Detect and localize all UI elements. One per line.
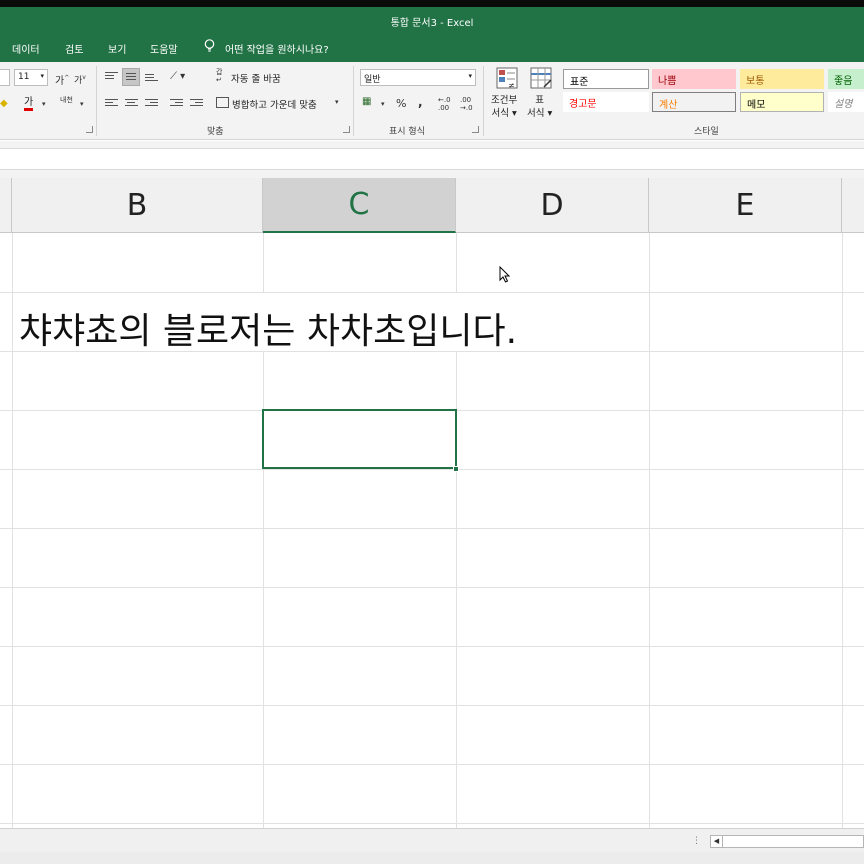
horizontal-scrollbar[interactable]: ◀	[710, 835, 864, 848]
fill-handle[interactable]	[453, 466, 459, 472]
font-size-value: 11	[18, 72, 30, 82]
group-separator	[353, 66, 354, 136]
alignment-dialog-launcher[interactable]	[343, 126, 350, 133]
sheet-tab-bar: ⋮ ◀	[0, 828, 864, 852]
chevron-down-icon: ▾	[468, 72, 472, 80]
selected-cell[interactable]	[262, 409, 457, 469]
shrink-font-button[interactable]: 가v	[74, 73, 86, 86]
column-header-b[interactable]: B	[12, 178, 263, 233]
split-handle[interactable]: ⋮	[692, 836, 702, 846]
grid-line	[0, 469, 864, 470]
tab-view[interactable]: 보기	[108, 41, 126, 56]
window-title: 통합 문서3 - Excel	[390, 18, 474, 29]
alignment-group-label: 맞춤	[207, 127, 224, 137]
header-gap	[0, 170, 864, 178]
align-center-icon[interactable]	[125, 97, 138, 109]
svg-text:≠: ≠	[508, 81, 515, 90]
group-separator	[96, 66, 97, 136]
font-name-box[interactable]	[0, 69, 10, 86]
tab-help[interactable]: 도움말	[150, 41, 178, 56]
formula-bar[interactable]	[0, 148, 864, 170]
number-dialog-launcher[interactable]	[472, 126, 479, 133]
title-bar: 통합 문서3 - Excel	[0, 7, 864, 35]
grid-line	[0, 646, 864, 647]
worksheet-grid[interactable]: 챠챠쵸의 블로저는 차차초입니다.	[0, 233, 864, 828]
column-header-c[interactable]: C	[263, 178, 456, 233]
styles-group-label: 스타일	[694, 127, 719, 137]
grid-line	[842, 233, 843, 828]
column-header-a-partial[interactable]	[0, 178, 12, 233]
ribbon: 11 ▾ 가^ 가v ◆ 가 ▾ 내천 ▾ ⟋ ▾ 갑 ↵ 자동 줄 바꿈 병합하…	[0, 62, 864, 140]
grid-line	[0, 528, 864, 529]
column-headers: B C D E	[0, 178, 864, 233]
conditional-format-button[interactable]: 조건부 서식 ▾	[491, 94, 517, 120]
wrap-text-button[interactable]: 자동 줄 바꿈	[231, 71, 281, 85]
font-dialog-launcher[interactable]	[86, 126, 93, 133]
tab-review[interactable]: 검토	[65, 41, 83, 56]
scroll-left-icon[interactable]: ◀	[711, 836, 723, 847]
chevron-down-icon[interactable]: ▾	[42, 100, 46, 108]
grid-line	[0, 587, 864, 588]
style-normal[interactable]: 표준	[563, 69, 649, 89]
tab-data[interactable]: 데이터	[12, 41, 40, 56]
currency-icon[interactable]: ▦	[362, 96, 371, 107]
column-header-d[interactable]: D	[456, 178, 649, 233]
grid-line	[649, 233, 650, 828]
align-top-icon[interactable]	[105, 70, 118, 82]
wrap-text-icon: 갑 ↵	[216, 68, 223, 84]
number-format-value: 일반	[364, 75, 381, 85]
lightbulb-icon	[204, 39, 215, 52]
format-as-table-icon	[530, 67, 552, 89]
chevron-down-icon[interactable]: ▾	[381, 100, 385, 108]
align-bottom-icon[interactable]	[145, 72, 158, 84]
align-middle-button[interactable]	[122, 68, 140, 86]
increase-decimal-icon[interactable]: ←.0.00	[438, 96, 451, 112]
number-format-select[interactable]: 일반 ▾	[360, 69, 476, 86]
style-warning-text[interactable]: 경고문	[563, 92, 649, 112]
font-size-box[interactable]: 11 ▾	[14, 69, 48, 86]
window-top-edge	[0, 0, 864, 7]
fill-color-icon[interactable]: ◆	[0, 98, 8, 109]
style-bad[interactable]: 나쁨	[652, 69, 736, 89]
style-neutral[interactable]: 보통	[740, 69, 824, 89]
grid-line	[0, 705, 864, 706]
grid-line	[0, 764, 864, 765]
format-as-table-button[interactable]: 표 서식 ▾	[527, 94, 552, 120]
comma-button[interactable]: ,	[418, 95, 423, 109]
style-calculation[interactable]: 계산	[652, 92, 736, 112]
chevron-down-icon[interactable]: ▾	[335, 98, 339, 106]
decrease-indent-icon[interactable]	[170, 97, 183, 109]
column-header-e[interactable]: E	[649, 178, 842, 233]
conditional-format-icon: ≠	[496, 67, 518, 90]
style-explanatory[interactable]: 설명	[828, 92, 864, 112]
number-group-label: 표시 형식	[389, 127, 425, 137]
increase-indent-icon[interactable]	[190, 97, 203, 109]
grow-font-button[interactable]: 가^	[55, 72, 69, 87]
grid-line	[0, 823, 864, 824]
group-separator	[483, 66, 484, 136]
style-good[interactable]: 좋음	[828, 69, 864, 89]
orientation-icon[interactable]: ⟋ ▾	[170, 71, 185, 82]
chevron-down-icon[interactable]: ▾	[80, 100, 84, 108]
merge-center-button[interactable]: 병합하고 가운데 맞춤	[232, 97, 317, 111]
mouse-cursor-icon	[499, 266, 511, 283]
merge-center-icon	[216, 97, 229, 108]
tell-me-search[interactable]: 어떤 작업을 원하시나요?	[225, 41, 329, 56]
ribbon-bottom-gap	[0, 141, 864, 148]
ribbon-tabs: 데이터 검토 보기 도움말 어떤 작업을 원하시나요?	[0, 35, 864, 62]
status-bar	[0, 852, 864, 864]
align-left-icon[interactable]	[105, 97, 118, 109]
chevron-down-icon: ▾	[40, 72, 44, 80]
font-color-button[interactable]: 가	[24, 97, 34, 111]
percent-button[interactable]: %	[396, 97, 406, 110]
phonetic-button[interactable]: 내천	[60, 96, 73, 104]
style-note[interactable]: 메모	[740, 92, 824, 112]
cell-b2-text[interactable]: 챠챠쵸의 블로저는 차차초입니다.	[19, 302, 517, 354]
align-right-icon[interactable]	[145, 97, 158, 109]
decrease-decimal-icon[interactable]: .00 →.0	[460, 96, 473, 112]
